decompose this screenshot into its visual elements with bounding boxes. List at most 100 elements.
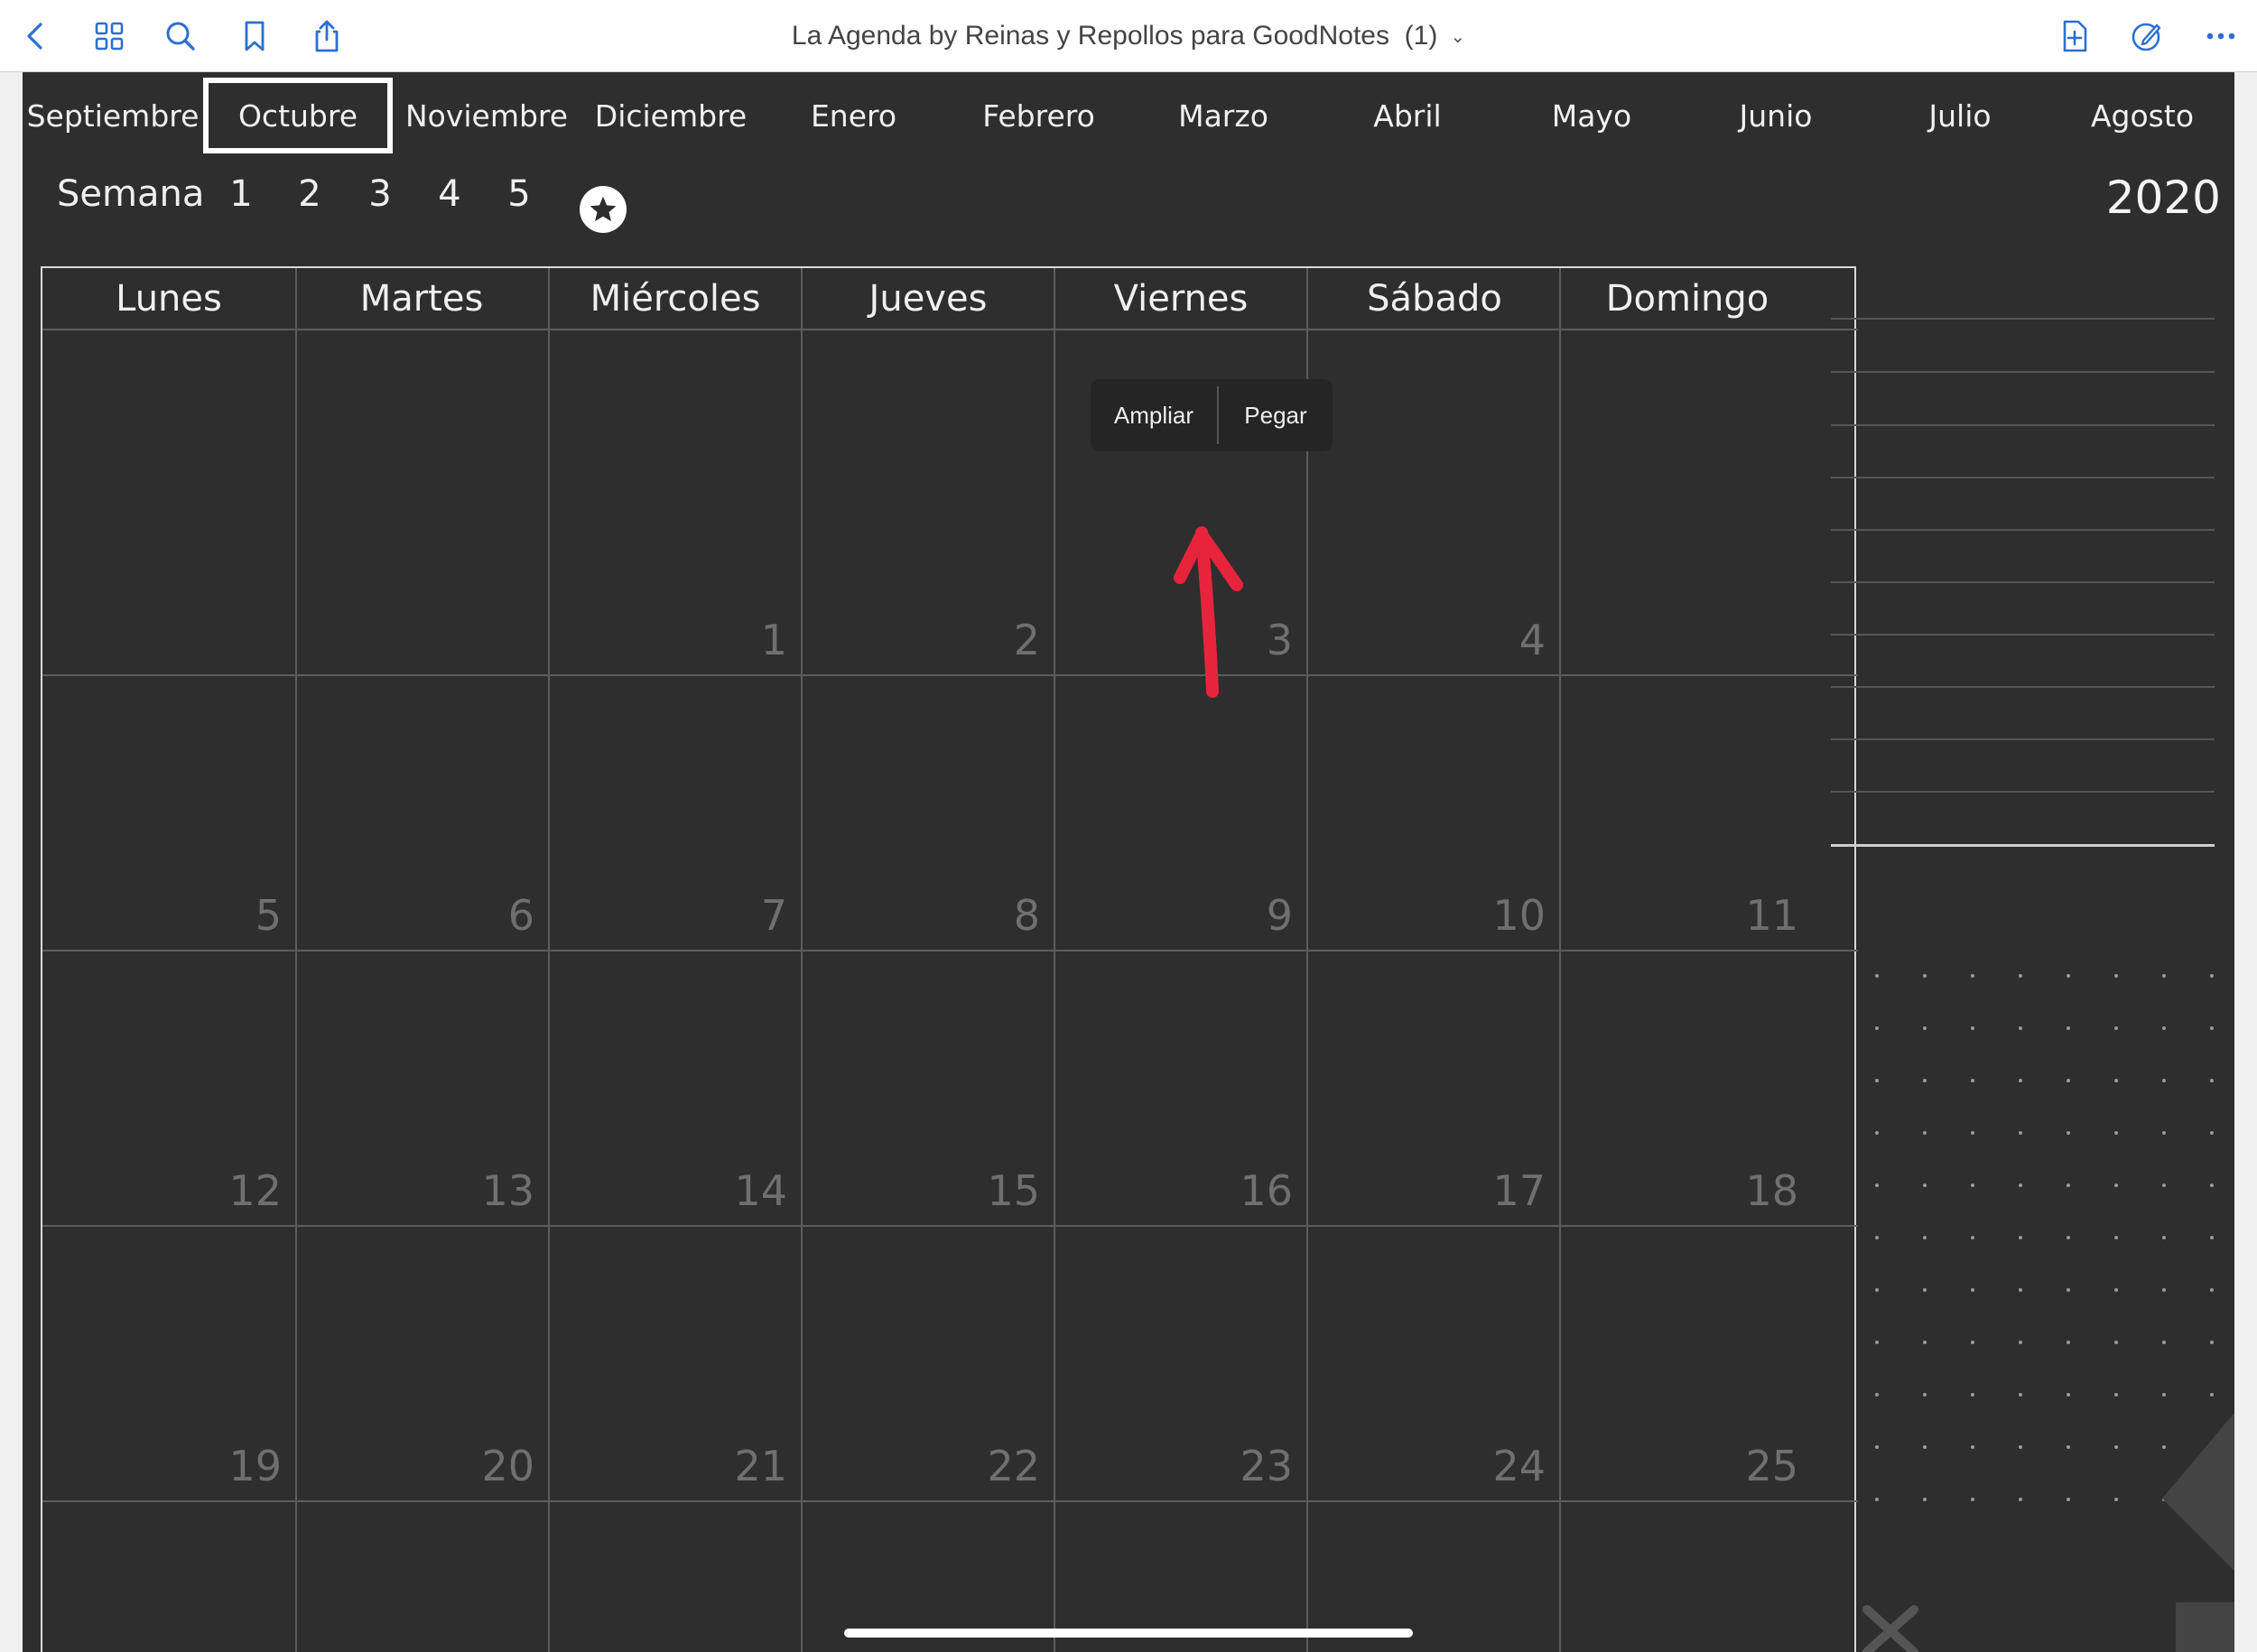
grid-dot [2210, 1341, 2214, 1344]
tab-month-marzo[interactable]: Marzo [1131, 78, 1315, 153]
tab-month-junio[interactable]: Junio [1684, 78, 1868, 153]
grid-dot [1971, 1288, 1974, 1292]
grid-dot [1971, 1236, 1974, 1239]
grid-dot [2067, 1026, 2070, 1030]
tab-month-noviembre[interactable]: Noviembre [393, 78, 581, 153]
day-number[interactable]: 24 [1437, 1442, 1546, 1490]
grid-divider [42, 674, 1858, 676]
grid-icon[interactable] [86, 13, 133, 60]
day-number[interactable]: 6 [426, 891, 534, 940]
grid-dot [2210, 1026, 2214, 1030]
grid-dot [1923, 974, 1927, 978]
day-number[interactable]: 16 [1184, 1166, 1293, 1215]
zoom-menu-item[interactable]: Ampliar [1091, 379, 1217, 451]
tab-month-mayo[interactable]: Mayo [1500, 78, 1684, 153]
share-icon[interactable] [303, 13, 350, 60]
planner-page[interactable]: Septiembre Octubre Noviembre Diciembre E… [23, 72, 2234, 1652]
day-number[interactable]: 14 [679, 1166, 787, 1215]
grid-dot [2114, 1026, 2118, 1030]
grid-dot [2114, 1288, 2118, 1292]
grid-dot [2019, 1131, 2022, 1135]
week-link-2[interactable]: 2 [292, 162, 328, 226]
note-line [1831, 686, 2215, 688]
day-number[interactable]: 9 [1184, 891, 1293, 940]
day-number[interactable]: 25 [1690, 1442, 1798, 1490]
day-number[interactable]: 21 [679, 1442, 787, 1490]
day-number[interactable]: 23 [1184, 1442, 1293, 1490]
dot-grid [1851, 898, 2221, 1501]
day-number[interactable]: 19 [173, 1442, 282, 1490]
tab-month-diciembre[interactable]: Diciembre [581, 78, 761, 153]
day-number[interactable]: 12 [173, 1166, 282, 1215]
day-number[interactable]: 11 [1690, 891, 1798, 940]
paste-menu-item[interactable]: Pegar [1219, 379, 1333, 451]
add-page-icon[interactable] [2051, 13, 2098, 60]
grid-dot [1875, 1288, 1879, 1292]
red-arrow-annotation [1174, 526, 1243, 698]
day-header-jueves: Jueves [868, 278, 988, 320]
grid-dot [1971, 1393, 1974, 1397]
grid-dot [2162, 1026, 2166, 1030]
week-link-1[interactable]: 1 [223, 162, 259, 226]
day-number[interactable]: 2 [932, 616, 1040, 664]
day-number[interactable]: 22 [932, 1442, 1040, 1490]
grid-divider [1054, 268, 1055, 1652]
grid-dot [2067, 1131, 2070, 1135]
grid-divider [801, 268, 803, 1652]
grid-dot [1971, 1079, 1974, 1082]
day-number[interactable]: 10 [1437, 891, 1546, 940]
document-title-text: La Agenda by Reinas y Repollos para Good… [791, 21, 1438, 51]
grid-dot [1923, 1236, 1927, 1239]
tab-month-enero[interactable]: Enero [761, 78, 946, 153]
day-number[interactable]: 17 [1437, 1166, 1546, 1215]
document-title[interactable]: La Agenda by Reinas y Repollos para Good… [792, 21, 1465, 51]
grid-divider [295, 268, 297, 1652]
day-number[interactable]: 7 [679, 891, 787, 940]
note-line [1831, 318, 2215, 320]
day-number[interactable]: 1 [679, 616, 787, 664]
note-line [1831, 529, 2215, 531]
pen-edit-icon[interactable] [2123, 13, 2170, 60]
grid-dot [2114, 1079, 2118, 1082]
tab-month-abril[interactable]: Abril [1315, 78, 1500, 153]
grid-dot [1875, 974, 1879, 978]
grid-dot [1923, 1183, 1927, 1187]
bookmark-icon[interactable] [231, 13, 278, 60]
day-number[interactable]: 13 [426, 1166, 534, 1215]
back-icon[interactable] [13, 13, 60, 60]
search-icon[interactable] [157, 13, 204, 60]
grid-dot [2114, 1183, 2118, 1187]
day-number[interactable]: 20 [426, 1442, 534, 1490]
grid-dot [1875, 1026, 1879, 1030]
week-link-3[interactable]: 3 [362, 162, 398, 226]
more-icon[interactable] [2197, 13, 2244, 60]
grid-dot [2162, 1393, 2166, 1397]
tab-month-febrero[interactable]: Febrero [946, 78, 1131, 153]
star-icon[interactable] [580, 186, 627, 233]
tab-month-septiembre[interactable]: Septiembre [23, 78, 203, 153]
grid-dot [1875, 1393, 1879, 1397]
note-line [1831, 424, 2215, 426]
day-number[interactable]: 5 [173, 891, 282, 940]
day-header-viernes: Viernes [1113, 278, 1249, 320]
week-nav: Semana 1 2 3 4 5 [23, 162, 745, 226]
day-number[interactable]: 15 [932, 1166, 1040, 1215]
day-number[interactable]: 8 [932, 891, 1040, 940]
close-icon [1862, 1605, 1918, 1652]
tab-month-agosto[interactable]: Agosto [2052, 78, 2233, 153]
grid-divider [42, 1500, 1858, 1502]
day-number[interactable]: 4 [1437, 616, 1546, 664]
day-number[interactable]: 18 [1690, 1166, 1798, 1215]
grid-dot [2067, 1288, 2070, 1292]
week-link-5[interactable]: 5 [501, 162, 537, 226]
tab-month-octubre[interactable]: Octubre [203, 78, 393, 153]
tab-month-julio[interactable]: Julio [1868, 78, 2052, 153]
grid-dot [2162, 1183, 2166, 1187]
home-indicator[interactable] [844, 1629, 1413, 1638]
week-link-4[interactable]: 4 [432, 162, 468, 226]
grid-dot [2019, 1393, 2022, 1397]
grid-dot [2067, 1079, 2070, 1082]
grid-dot [2210, 1236, 2214, 1239]
month-tabs: Septiembre Octubre Noviembre Diciembre E… [23, 72, 2234, 155]
day-header-martes: Martes [359, 278, 484, 320]
